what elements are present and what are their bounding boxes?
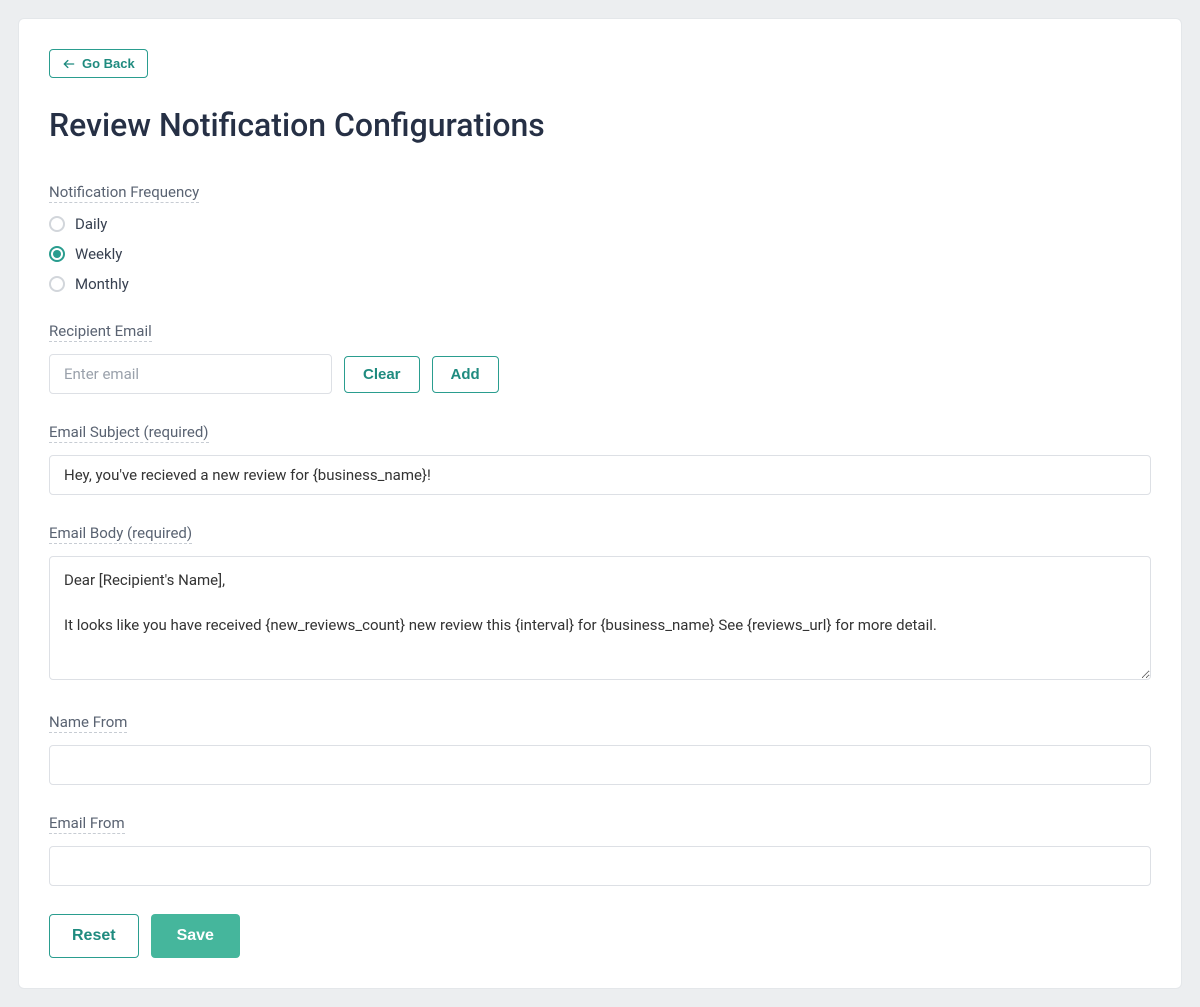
save-button[interactable]: Save xyxy=(151,914,240,958)
frequency-label: Notification Frequency xyxy=(49,183,199,203)
go-back-button[interactable]: Go Back xyxy=(49,49,148,78)
add-button[interactable]: Add xyxy=(432,356,499,393)
frequency-section: Notification Frequency Daily Weekly Mont… xyxy=(49,182,1151,293)
frequency-option-daily[interactable]: Daily xyxy=(49,215,1151,233)
radio-label: Weekly xyxy=(75,245,122,263)
footer-buttons: Reset Save xyxy=(49,914,1151,958)
radio-icon xyxy=(49,246,65,262)
frequency-option-monthly[interactable]: Monthly xyxy=(49,275,1151,293)
email-from-input[interactable] xyxy=(49,846,1151,886)
email-subject-label: Email Subject (required) xyxy=(49,423,209,443)
radio-icon xyxy=(49,276,65,292)
clear-button[interactable]: Clear xyxy=(344,356,420,393)
frequency-option-weekly[interactable]: Weekly xyxy=(49,245,1151,263)
email-body-label: Email Body (required) xyxy=(49,524,192,544)
arrow-left-icon xyxy=(62,57,76,71)
config-card: Go Back Review Notification Configuratio… xyxy=(18,18,1182,989)
reset-button[interactable]: Reset xyxy=(49,914,139,958)
name-from-label: Name From xyxy=(49,713,127,733)
radio-label: Daily xyxy=(75,215,107,233)
recipient-email-section: Recipient Email Clear Add xyxy=(49,321,1151,394)
page-title: Review Notification Configurations xyxy=(49,106,1151,144)
email-body-input[interactable] xyxy=(49,556,1151,680)
recipient-email-label: Recipient Email xyxy=(49,322,152,342)
radio-label: Monthly xyxy=(75,275,129,293)
go-back-label: Go Back xyxy=(82,56,135,71)
recipient-email-input[interactable] xyxy=(49,354,332,394)
radio-icon xyxy=(49,216,65,232)
name-from-input[interactable] xyxy=(49,745,1151,785)
email-from-label: Email From xyxy=(49,814,125,834)
email-from-section: Email From xyxy=(49,813,1151,886)
email-body-section: Email Body (required) xyxy=(49,523,1151,684)
email-subject-input[interactable] xyxy=(49,455,1151,495)
email-subject-section: Email Subject (required) xyxy=(49,422,1151,495)
name-from-section: Name From xyxy=(49,712,1151,785)
